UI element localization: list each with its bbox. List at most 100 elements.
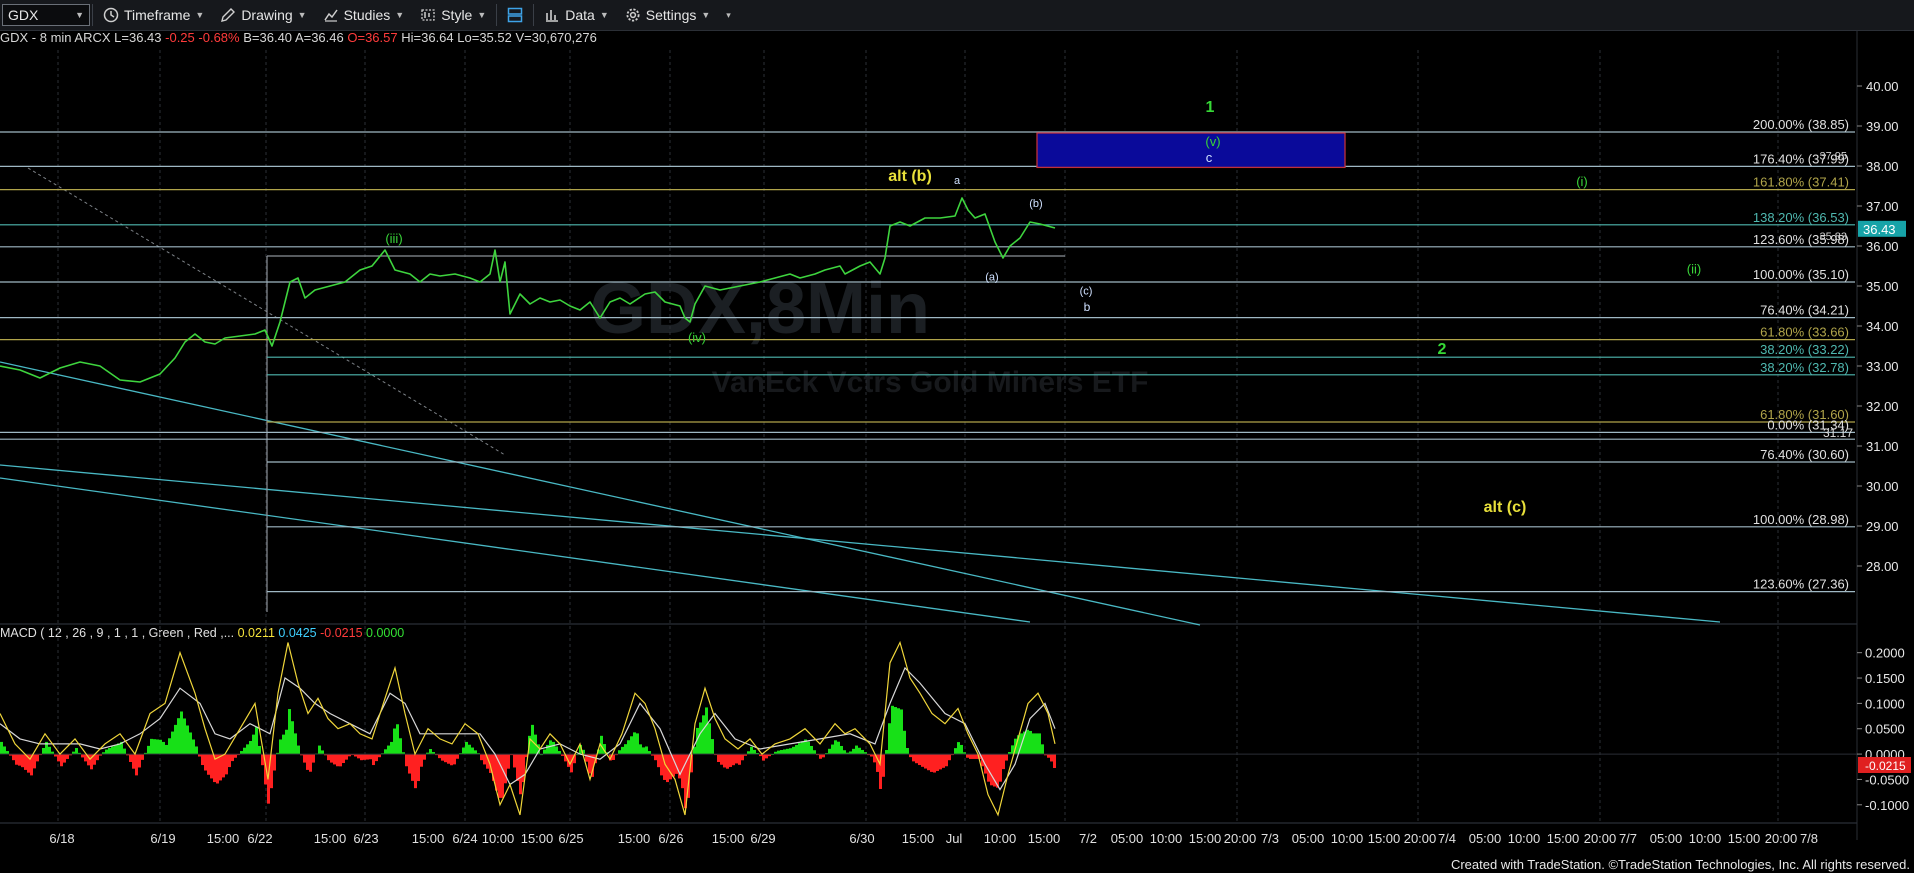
macd-hist-down [504,754,507,784]
macd-hist-down [351,754,354,756]
macd-hist-down [912,754,915,762]
macd-hist-down [588,754,591,774]
macd-hist-down [357,754,360,759]
macd-hist-up [297,745,300,755]
settings-label: Settings [645,7,697,23]
macd-hist-up [804,739,807,755]
symbol-input[interactable]: GDX ▼ [2,4,90,26]
macd-hist-down [765,754,768,759]
macd-hist-up [828,748,831,755]
macd-hist-up [117,743,120,755]
macd-hist-down [303,754,306,763]
macd-hist-down [918,754,921,766]
macd-hist-up [864,752,867,755]
macd-hist-down [417,754,420,782]
macd-hist-up [756,752,759,755]
macd-hist-down [198,754,201,757]
data-button[interactable]: Data ▼ [536,0,617,30]
macd-hist-up [771,753,774,755]
macd-hist-up [429,749,432,755]
macd-hist-up [702,715,705,755]
macd-hist-down [216,754,219,784]
wave-label: (i) [1576,174,1588,189]
macd-hist-up [102,752,105,755]
layout-button[interactable] [499,0,531,30]
macd-hist-down [24,754,27,770]
x-tick-label: 7/3 [1261,831,1279,846]
wave-label: a [954,175,961,187]
chart-title: GDX - 8 min ARCX [0,30,111,45]
toolbar-divider [533,4,535,26]
macd-hist-up [621,746,624,755]
ask-price: A=36.46 [294,30,344,45]
macd-hist-up [315,753,318,755]
style-button[interactable]: Style ▼ [412,0,494,30]
macd-hist-up [750,746,753,755]
macd-hist-up [399,738,402,755]
macd-hist-down [339,754,342,767]
gear-icon [626,8,640,22]
macd-legend-value: 0.0211 [237,626,275,640]
macd-hist-down [525,754,528,758]
toolbar-divider [496,4,498,26]
macd-hist-up [72,751,75,755]
macd-hist-down [57,754,60,762]
macd-hist-up [831,744,834,755]
x-tick-label: 15:00 [412,831,445,846]
macd-hist-up [858,747,861,755]
macd-hist-up [393,728,396,755]
macd-hist-down [939,754,942,770]
macd-hist-down [723,754,726,768]
macd-hist-down [132,754,135,769]
macd-hist-up [705,707,708,755]
timeframe-button[interactable]: Timeframe ▼ [95,0,212,30]
macd-hist-down [615,754,618,756]
macd-hist-down [1044,754,1047,756]
macd-hist-down [870,754,873,757]
macd-hist-down [516,754,519,781]
price-tick-label: 37.00 [1866,199,1899,214]
x-tick-label: 20:00 [1404,831,1437,846]
macd-hist-up [603,744,606,755]
macd-hist-down [873,754,876,763]
macd-hist-up [465,741,468,755]
studies-button[interactable]: Studies ▼ [315,0,413,30]
macd-hist-down [744,754,747,756]
x-tick-label: 6/19 [150,831,175,846]
macd-hist-down [930,754,933,772]
overflow-icon: ▾ [726,9,731,20]
macd-hist-down [27,754,30,773]
price-chart[interactable]: GDX,8Min VanEck Vctrs Gold Miners ETF 20… [0,0,1914,873]
macd-hist-up [597,749,600,755]
macd-hist-up [120,741,123,755]
drawing-button[interactable]: Drawing ▼ [212,0,314,30]
macd-hist-down [990,754,993,786]
macd-hist-up [1041,744,1044,755]
wave-label: 2 [1438,341,1447,358]
macd-hist-down [717,754,720,762]
macd-hist-up [282,734,285,755]
macd-value-tag-label: -0.0215 [1865,759,1906,773]
macd-hist-up [849,751,852,755]
macd-hist-down [513,754,516,768]
macd-hist-down [213,754,216,783]
price-tick-label: 29.00 [1866,519,1899,534]
macd-hist-up [156,739,159,755]
macd-hist-up [957,742,960,755]
macd-hist-down [564,754,567,762]
data-label: Data [565,7,595,23]
macd-avg-line [0,666,1056,791]
overflow-button[interactable]: ▾ [718,0,739,30]
macd-hist-down [942,754,945,768]
macd-hist-down [585,754,588,762]
macd-hist-down [354,754,357,757]
macd-hist-up [477,753,480,755]
settings-button[interactable]: Settings ▼ [617,0,719,30]
x-tick-label: 15:00 [618,831,651,846]
macd-hist-up [252,734,255,755]
macd-hist-up [801,741,804,755]
wave-label: alt (b) [888,168,932,185]
macd-hist-down [486,754,489,769]
macd-hist-down [951,754,954,756]
macd-hist-down [966,754,969,758]
